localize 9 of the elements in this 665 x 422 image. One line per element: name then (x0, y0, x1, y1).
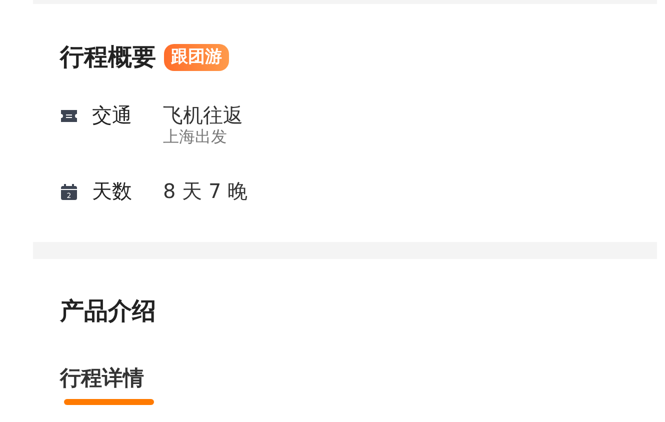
section-title: 行程概要 (60, 45, 156, 70)
info-note: 上海出发 (163, 126, 228, 148)
info-value: 飞机往返 (163, 102, 243, 127)
tour-type-badge: 跟团游 (164, 44, 229, 71)
tab[interactable]: 行程详情 (60, 365, 144, 393)
section-title: 产品介绍 (60, 299, 157, 324)
info-label: 交通 (92, 102, 133, 127)
info-label: 天数 (92, 179, 133, 204)
info-value: 8 天 7 晚 (163, 179, 248, 204)
